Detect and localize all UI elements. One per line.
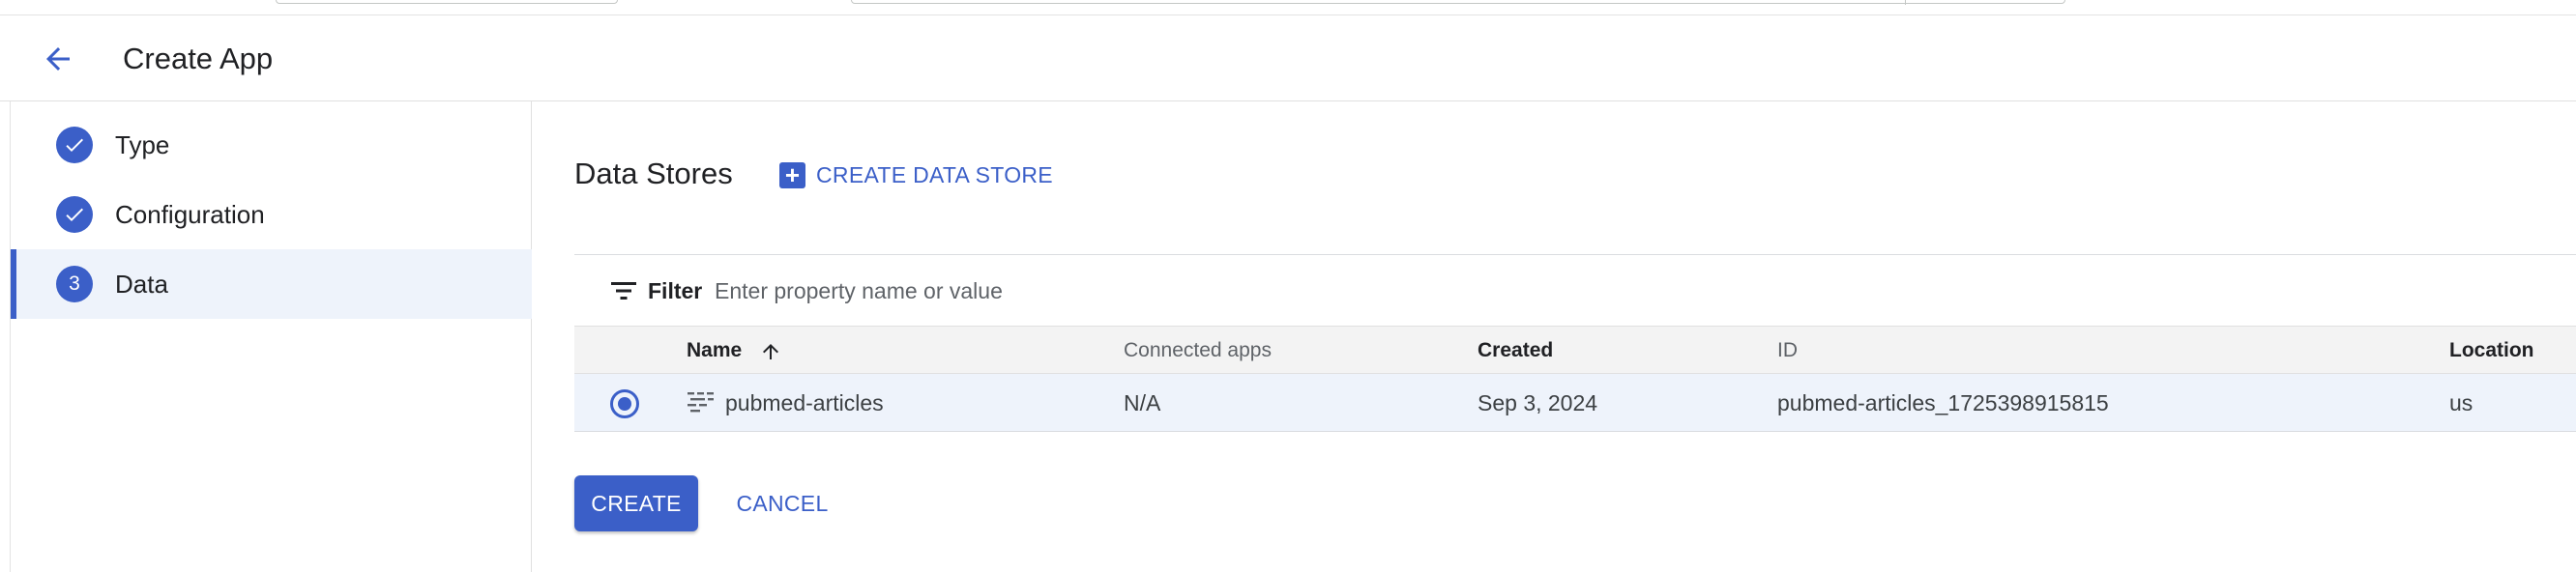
filter-icon bbox=[611, 282, 636, 300]
step-complete-badge bbox=[56, 127, 93, 163]
create-data-store-button[interactable]: + CREATE DATA STORE bbox=[779, 159, 1053, 190]
row-select-radio[interactable] bbox=[610, 389, 639, 418]
filter-bar: Filter bbox=[574, 254, 2576, 326]
back-button[interactable] bbox=[31, 38, 85, 80]
table-header-row: Name Connected apps Created ID Location bbox=[574, 326, 2576, 374]
data-stores-table: Filter Name Connected apps Created ID Lo… bbox=[574, 254, 2576, 432]
filter-label: Filter bbox=[648, 278, 703, 303]
column-header-name[interactable]: Name bbox=[687, 327, 742, 375]
data-store-icon bbox=[688, 392, 714, 413]
stepper-sidebar: Type Configuration 3 Data bbox=[0, 101, 532, 572]
cell-connected-apps: N/A bbox=[1124, 390, 1161, 415]
step-label: Configuration bbox=[115, 199, 265, 229]
section-title: Data Stores bbox=[574, 157, 733, 190]
create-button[interactable]: CREATE bbox=[574, 475, 698, 531]
add-box-icon: + bbox=[779, 161, 805, 188]
step-data[interactable]: 3 Data bbox=[10, 249, 532, 319]
cancel-button[interactable]: CANCEL bbox=[722, 475, 842, 531]
step-complete-badge bbox=[56, 196, 93, 233]
column-header-location[interactable]: Location bbox=[2449, 327, 2534, 375]
step-type[interactable]: Type bbox=[10, 110, 532, 180]
step-label: Type bbox=[115, 129, 170, 159]
column-header-connected-apps: Connected apps bbox=[1124, 339, 1272, 361]
main-content: Data Stores + CREATE DATA STORE Filter N… bbox=[533, 101, 2576, 572]
cell-location: us bbox=[2449, 390, 2474, 415]
arrow-back-icon bbox=[46, 47, 70, 71]
arrow-upward-icon[interactable] bbox=[759, 339, 782, 364]
top-toolbar-strip bbox=[0, 0, 2576, 15]
table-row[interactable]: pubmed-articles N/A Sep 3, 2024 pubmed-a… bbox=[574, 374, 2576, 432]
column-header-created[interactable]: Created bbox=[1478, 327, 1553, 375]
filter-input[interactable] bbox=[715, 269, 1585, 313]
check-icon bbox=[66, 138, 83, 152]
top-input-left[interactable] bbox=[276, 0, 618, 4]
check-icon bbox=[66, 208, 83, 221]
cell-id: pubmed-articles_1725398915815 bbox=[1777, 390, 2109, 415]
create-data-store-label: CREATE DATA STORE bbox=[816, 161, 1053, 187]
sidebar-edge-divider bbox=[10, 101, 11, 572]
cell-name: pubmed-articles bbox=[725, 390, 884, 415]
page-title: Create App bbox=[123, 42, 274, 75]
page-header: Create App bbox=[0, 16, 2576, 101]
top-input-divider bbox=[1905, 0, 1906, 5]
step-configuration[interactable]: Configuration bbox=[10, 180, 532, 249]
step-label: Data bbox=[115, 269, 168, 299]
top-search-input[interactable] bbox=[851, 0, 2065, 5]
column-header-id: ID bbox=[1777, 339, 1798, 361]
step-number-badge: 3 bbox=[56, 266, 93, 302]
cell-created: Sep 3, 2024 bbox=[1478, 390, 1598, 415]
